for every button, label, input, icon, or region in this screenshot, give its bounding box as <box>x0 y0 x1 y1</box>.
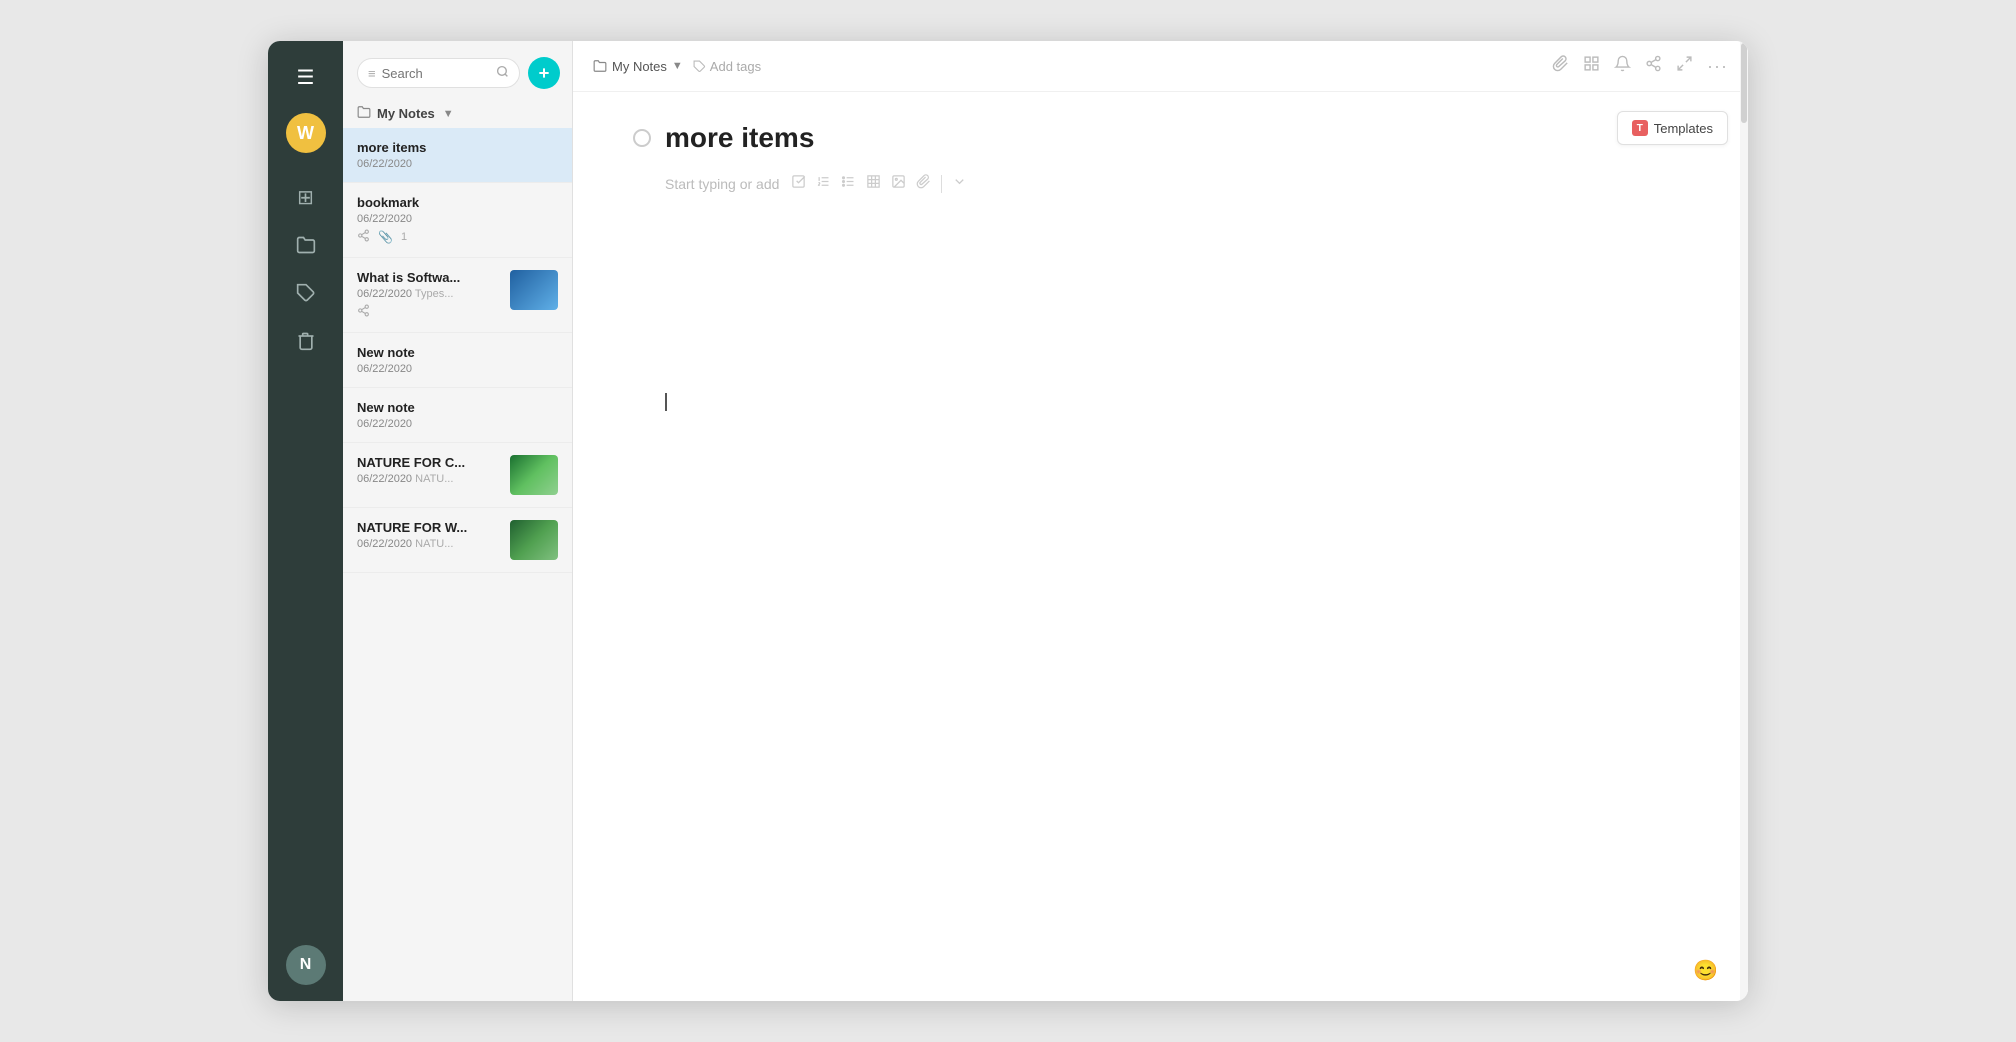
folder-icon <box>357 105 371 122</box>
breadcrumb-dropdown-arrow[interactable]: ▼ <box>672 60 683 72</box>
note-title: What is Softwa... <box>357 270 502 285</box>
note-info: more items 06/22/2020 <box>357 140 558 170</box>
add-note-button[interactable] <box>528 57 560 89</box>
sidebar: ☰ W ⊞ N <box>268 41 343 1001</box>
list-item[interactable]: bookmark 06/22/2020 📎 1 <box>343 183 572 258</box>
image-tool[interactable] <box>891 174 906 193</box>
folder-dropdown-arrow[interactable]: ▼ <box>443 108 454 120</box>
hamburger-icon[interactable]: ☰ <box>286 57 326 97</box>
folder-name: My Notes <box>377 106 435 121</box>
sidebar-icon-tag[interactable] <box>286 273 326 313</box>
note-thumbnail <box>510 455 558 495</box>
list-item[interactable]: What is Softwa... 06/22/2020 Types... <box>343 258 572 333</box>
editor-cursor-area[interactable] <box>633 393 1688 416</box>
table-tool[interactable] <box>866 174 881 193</box>
scrollbar-track <box>1740 41 1748 1001</box>
editor-toolbar-right: ··· <box>1552 55 1728 77</box>
note-date: 06/22/2020 <box>357 418 558 430</box>
list-item[interactable]: New note 06/22/2020 <box>343 333 572 388</box>
note-title: NATURE FOR C... <box>357 455 502 470</box>
note-info: New note 06/22/2020 <box>357 345 558 375</box>
notes-panel-header: ≡ <box>343 41 572 99</box>
ordered-list-tool[interactable] <box>816 174 831 193</box>
search-icon <box>496 65 509 81</box>
note-date: 06/22/2020 NATU... <box>357 538 502 550</box>
sidebar-icon-trash[interactable] <box>286 321 326 361</box>
note-info: NATURE FOR C... 06/22/2020 NATU... <box>357 455 502 485</box>
sidebar-icon-grid[interactable]: ⊞ <box>286 177 326 217</box>
note-title: New note <box>357 345 558 360</box>
list-item[interactable]: more items 06/22/2020 <box>343 128 572 183</box>
note-date: 06/22/2020 <box>357 158 558 170</box>
attachment-count: 1 <box>401 231 407 243</box>
search-bar[interactable]: ≡ <box>357 58 520 88</box>
editor-topbar: My Notes ▼ Add tags <box>573 41 1748 92</box>
expand-toolbar-icon[interactable] <box>1676 55 1693 77</box>
add-tags-label: Add tags <box>710 59 761 74</box>
notes-list: more items 06/22/2020 bookmark 06/22/202… <box>343 128 572 1001</box>
scrollbar-thumb[interactable] <box>1741 43 1747 123</box>
folder-label[interactable]: My Notes ▼ <box>343 99 572 128</box>
note-title: NATURE FOR W... <box>357 520 502 535</box>
note-heading[interactable]: more items <box>665 122 1688 154</box>
list-item[interactable]: New note 06/22/2020 <box>343 388 572 443</box>
editor-content[interactable]: more items Start typing or add <box>573 92 1748 1001</box>
templates-icon: T <box>1632 120 1648 136</box>
filter-icon[interactable]: ≡ <box>368 66 376 81</box>
grid-toolbar-icon[interactable] <box>1583 55 1600 77</box>
notes-panel: ≡ My <box>343 41 573 1001</box>
share-toolbar-icon[interactable] <box>1645 55 1662 77</box>
attachment-icon: 📎 <box>378 230 393 244</box>
toolbar-separator <box>941 175 942 193</box>
note-info: NATURE FOR W... 06/22/2020 NATU... <box>357 520 502 550</box>
note-date: 06/22/2020 <box>357 213 558 225</box>
note-thumbnail <box>510 270 558 310</box>
attachment-inline-tool[interactable] <box>916 174 931 193</box>
share-icon <box>357 229 370 245</box>
checkbox-tool[interactable] <box>791 174 806 193</box>
sidebar-icon-folder[interactable] <box>286 225 326 265</box>
inline-toolbar <box>791 174 967 193</box>
add-tags-button[interactable]: Add tags <box>693 59 761 74</box>
note-meta <box>357 304 502 320</box>
folder-breadcrumb: My Notes <box>612 59 667 74</box>
folder-location[interactable]: My Notes ▼ <box>593 59 683 74</box>
bullet-list-tool[interactable] <box>841 174 856 193</box>
attachment-toolbar-icon[interactable] <box>1552 55 1569 77</box>
note-info: What is Softwa... 06/22/2020 Types... <box>357 270 502 320</box>
bell-toolbar-icon[interactable] <box>1614 55 1631 77</box>
user-avatar-top[interactable]: W <box>286 113 326 153</box>
note-info: bookmark 06/22/2020 📎 1 <box>357 195 558 245</box>
note-info: New note 06/22/2020 <box>357 400 558 430</box>
emoji-button[interactable]: 😊 <box>1693 958 1718 983</box>
search-input[interactable] <box>382 66 490 81</box>
text-cursor <box>665 393 667 411</box>
note-meta: 📎 1 <box>357 229 558 245</box>
list-item[interactable]: NATURE FOR W... 06/22/2020 NATU... <box>343 508 572 573</box>
status-circle[interactable] <box>633 129 651 147</box>
note-title: New note <box>357 400 558 415</box>
note-date: 06/22/2020 <box>357 363 558 375</box>
editor-panel: My Notes ▼ Add tags <box>573 41 1748 1001</box>
editor-placeholder-row: Start typing or add <box>633 174 1688 193</box>
note-date: 06/22/2020 Types... <box>357 288 502 300</box>
placeholder-text: Start typing or add <box>665 176 779 192</box>
note-title: bookmark <box>357 195 558 210</box>
templates-button[interactable]: T Templates <box>1617 111 1728 145</box>
user-avatar-bottom[interactable]: N <box>286 945 326 985</box>
list-item[interactable]: NATURE FOR C... 06/22/2020 NATU... <box>343 443 572 508</box>
templates-label: Templates <box>1654 121 1713 136</box>
note-date: 06/22/2020 NATU... <box>357 473 502 485</box>
note-heading-area: more items <box>633 122 1688 154</box>
share-icon <box>357 304 370 320</box>
note-title: more items <box>357 140 558 155</box>
more-inline-tool[interactable] <box>952 174 967 193</box>
more-options-icon[interactable]: ··· <box>1707 56 1728 77</box>
editor-location: My Notes ▼ Add tags <box>593 59 761 74</box>
note-thumbnail <box>510 520 558 560</box>
